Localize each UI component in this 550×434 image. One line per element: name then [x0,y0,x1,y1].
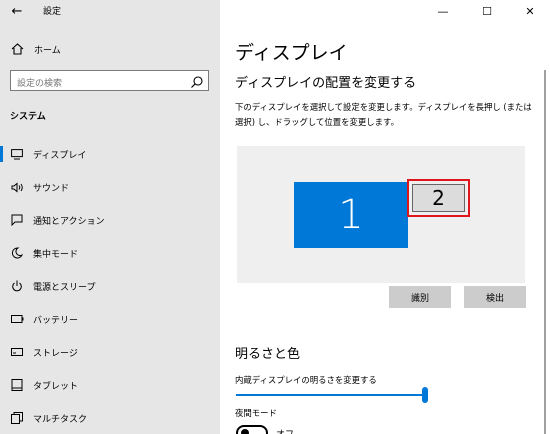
sidebar-section-heading: システム [10,112,46,122]
sidebar-item-tablet[interactable]: タブレット [0,371,220,399]
sidebar-item-label: 集中モード [33,249,79,260]
sidebar-item-label: 通知とアクション [33,216,105,227]
main-content: ディスプレイ ディスプレイの配置を変更する 下のディスプレイを選択して設定を変更… [220,0,550,434]
sidebar-item-label: ディスプレイ [33,150,87,161]
tablet-icon [9,379,25,391]
notification-icon [9,214,25,226]
close-icon: ✕ [525,4,535,18]
maximize-icon: ☐ [482,4,492,18]
app-title: 設定 [43,7,62,17]
back-button[interactable]: ← [8,2,26,20]
back-arrow-icon: ← [11,3,23,19]
search-box[interactable] [10,70,209,94]
sidebar-item-label: バッテリー [33,315,79,326]
display-2-number: 2 [432,186,445,210]
night-mode-label: 夜間モード [235,408,277,418]
maximize-button[interactable]: ☐ [478,3,496,19]
brightness-slider-label: 内蔵ディスプレイの明るさを変更する [235,375,377,385]
search-icon[interactable] [190,74,204,88]
sidebar-item-home[interactable]: ホーム [0,37,220,61]
sidebar-item-notifications[interactable]: 通知とアクション [0,206,220,234]
battery-icon [9,315,25,323]
minimize-icon: — [437,4,449,18]
night-mode-toggle[interactable] [236,425,268,434]
sidebar-item-power[interactable]: 電源とスリープ [0,272,220,300]
toggle-knob [241,429,249,434]
brightness-slider[interactable] [236,387,428,403]
display-arrangement-area[interactable]: 1 2 [237,146,525,283]
page-title: ディスプレイ [235,42,348,64]
night-mode-state: オフ [276,427,294,434]
moon-icon [9,247,25,259]
sidebar-item-label: ストレージ [33,348,78,359]
sidebar-item-label: サウンド [33,183,70,194]
sidebar-item-label: マルチタスク [33,414,88,425]
sidebar: ← 設定 ホーム システム ディスプレイ サウンド 通知とアクション [0,0,220,434]
home-icon [9,43,25,55]
sidebar-item-label: 電源とスリープ [33,282,96,293]
multitask-icon [9,412,25,424]
slider-thumb[interactable] [422,387,428,403]
sidebar-item-label: タブレット [33,381,79,392]
sidebar-item-focus[interactable]: 集中モード [0,239,220,267]
brightness-color-heading: 明るさと色 [235,347,301,362]
close-button[interactable]: ✕ [521,3,539,19]
search-input[interactable] [11,74,181,94]
sidebar-item-display[interactable]: ディスプレイ [0,140,220,168]
display-1-tile[interactable]: 1 [294,182,408,248]
display-2-selection-outline: 2 [407,179,470,217]
minimize-button[interactable]: — [434,3,452,19]
sidebar-item-storage[interactable]: ストレージ [0,338,220,366]
slider-track [236,394,428,396]
power-icon [9,280,25,292]
sidebar-item-battery[interactable]: バッテリー [0,305,220,333]
speaker-icon [9,181,25,193]
sidebar-item-multitasking[interactable]: マルチタスク [0,404,220,432]
arrange-description: 下のディスプレイを選択して設定を変更します。ディスプレイを長押し (または選択)… [235,102,532,127]
storage-icon [9,348,25,356]
identify-button[interactable]: 識別 [389,286,451,308]
display-1-number: 1 [338,192,364,238]
scrollbar[interactable] [544,70,546,434]
sidebar-item-sound[interactable]: サウンド [0,173,220,201]
sidebar-item-label: ホーム [34,45,61,56]
display-2-tile[interactable]: 2 [412,184,465,212]
arrange-displays-heading: ディスプレイの配置を変更する [235,76,417,91]
detect-button[interactable]: 検出 [464,286,526,308]
monitor-icon [9,148,25,160]
